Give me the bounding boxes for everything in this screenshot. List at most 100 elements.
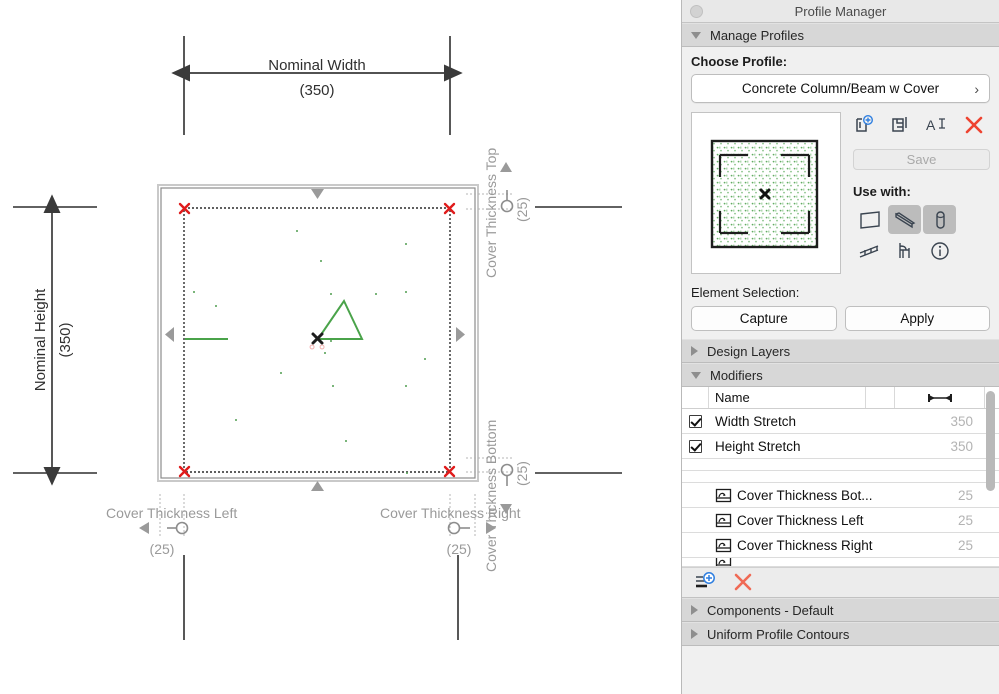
cover-right-label: Cover Thickness Right: [380, 505, 521, 521]
section-manage-profiles[interactable]: Manage Profiles: [682, 23, 999, 47]
chevron-right-icon: [691, 605, 698, 615]
profile-manager-panel: Profile Manager Manage Profiles Choose P…: [681, 0, 999, 694]
modifiers-scrollbar-thumb[interactable]: [986, 391, 995, 491]
cover-left-value: (25): [150, 541, 175, 557]
row-checkbox[interactable]: [682, 439, 709, 453]
capture-button-label: Capture: [739, 311, 788, 326]
window-title: Profile Manager: [794, 3, 887, 19]
cover-witness-lines-right: [535, 206, 622, 474]
modifier-icon: [715, 488, 732, 503]
delete-modifier-icon[interactable]: [732, 570, 754, 595]
cover-left-label: Cover Thickness Left: [106, 505, 237, 521]
table-row[interactable]: Height Stretch 350: [682, 434, 999, 459]
save-button[interactable]: Save: [853, 149, 990, 170]
profile-drawing-canvas[interactable]: Cover Thickness Top (25) Cover Thickness…: [0, 0, 681, 694]
modifier-tools-strip: [682, 567, 999, 598]
table-header-row: Name: [682, 387, 999, 409]
section-uniform-profile-contours-label: Uniform Profile Contours: [707, 626, 850, 642]
row-value[interactable]: 350: [895, 414, 999, 429]
cover-thickness-right-dimension: Cover Thickness Right (25): [380, 494, 521, 557]
section-modifiers-label: Modifiers: [710, 367, 763, 383]
section-components-default-label: Components - Default: [707, 602, 834, 618]
chevron-right-icon: ›: [974, 80, 979, 97]
section-design-layers[interactable]: Design Layers: [682, 339, 999, 363]
nominal-height-dimension: [13, 194, 97, 486]
row-name: Width Stretch: [709, 414, 895, 429]
table-row[interactable]: Cover Thickness Right 25: [682, 533, 999, 558]
header-checkbox-column: [682, 387, 709, 408]
nominal-width-label: Nominal Width: [268, 57, 366, 74]
table-row[interactable]: [682, 459, 999, 471]
row-name: Cover Thickness Bot...: [709, 488, 895, 503]
row-name: [709, 558, 895, 566]
chevron-down-icon: [691, 31, 701, 39]
element-selection-buttons: Capture Apply: [691, 306, 990, 331]
railing-icon[interactable]: [853, 236, 886, 265]
table-row[interactable]: [682, 471, 999, 483]
cover-right-value: (25): [447, 541, 472, 557]
use-with-label: Use with:: [853, 184, 911, 199]
table-row-partial[interactable]: [682, 558, 999, 567]
row-value[interactable]: 350: [895, 439, 999, 454]
table-row[interactable]: Cover Thickness Bot... 25: [682, 483, 999, 508]
column-icon[interactable]: [923, 205, 956, 234]
row-name: Cover Thickness Left: [709, 513, 895, 528]
modifiers-scrollbar[interactable]: [986, 388, 997, 566]
beam-icon[interactable]: [888, 205, 921, 234]
save-button-label: Save: [906, 152, 937, 167]
row-name: Height Stretch: [709, 439, 895, 454]
cover-top-value: (25): [514, 197, 530, 222]
chevron-down-icon: [691, 371, 701, 379]
header-name-label: Name: [715, 390, 750, 405]
profile-outer-frame: [157, 184, 479, 482]
section-components-default[interactable]: Components - Default: [682, 598, 999, 622]
cover-top-label: Cover Thickness Top: [483, 148, 499, 278]
nominal-width-value: (350): [299, 82, 334, 99]
table-row[interactable]: Cover Thickness Left 25: [682, 508, 999, 533]
row-checkbox[interactable]: [682, 414, 709, 428]
checkbox-checked-icon: [689, 439, 702, 453]
table-row[interactable]: Width Stretch 350: [682, 409, 999, 434]
cover-thickness-left-dimension: Cover Thickness Left (25): [106, 494, 237, 557]
duplicate-profile-icon[interactable]: [889, 114, 911, 139]
wall-icon[interactable]: [853, 205, 886, 234]
add-modifier-icon[interactable]: [694, 570, 718, 595]
cover-bottom-value: (25): [514, 461, 530, 486]
cover-witness-lines: [183, 555, 459, 640]
choose-profile-value: Concrete Column/Beam w Cover: [741, 81, 940, 96]
section-modifiers[interactable]: Modifiers: [682, 363, 999, 387]
delete-profile-icon[interactable]: [963, 114, 985, 139]
header-name-column[interactable]: Name: [709, 387, 866, 408]
modifier-icon: [715, 538, 732, 553]
table-rows: Width Stretch 350 Height Stretch 350 Cover T…: [682, 409, 999, 567]
choose-profile-label: Choose Profile:: [691, 54, 788, 69]
checkbox-checked-icon: [689, 414, 702, 428]
apply-button-label: Apply: [900, 311, 935, 326]
row-value[interactable]: 25: [895, 538, 999, 553]
header-spacer-column: [866, 387, 895, 408]
rename-profile-icon[interactable]: A: [925, 114, 949, 139]
use-with-grid: [853, 205, 990, 265]
profile-preview[interactable]: [691, 112, 841, 274]
row-value[interactable]: 25: [895, 513, 999, 528]
section-uniform-profile-contours[interactable]: Uniform Profile Contours: [682, 622, 999, 646]
svg-text:A: A: [926, 117, 936, 133]
chevron-right-icon: [691, 629, 698, 639]
row-name-label: Cover Thickness Bot...: [737, 487, 873, 503]
furniture-icon[interactable]: [888, 236, 921, 265]
width-measure-icon[interactable]: [895, 387, 985, 408]
modifiers-table[interactable]: Name Width Stretch 350 Height Stretch 350 Co…: [682, 387, 999, 567]
cover-bottom-label: Cover Thickness Bottom: [483, 420, 499, 572]
manage-profiles-body: Choose Profile: Concrete Column/Beam w C…: [682, 47, 999, 331]
nominal-height-label: Nominal Height: [32, 288, 49, 391]
row-name-label: Height Stretch: [715, 438, 801, 454]
info-icon[interactable]: [923, 236, 956, 265]
new-profile-icon[interactable]: [853, 114, 875, 139]
row-value[interactable]: 25: [895, 488, 999, 503]
nominal-height-value: (350): [57, 322, 74, 357]
row-name-label: Width Stretch: [715, 413, 797, 429]
window-title-bar: Profile Manager: [682, 0, 999, 23]
apply-button[interactable]: Apply: [844, 306, 990, 331]
capture-button[interactable]: Capture: [691, 306, 837, 331]
choose-profile-dropdown[interactable]: Concrete Column/Beam w Cover ›: [691, 74, 990, 103]
